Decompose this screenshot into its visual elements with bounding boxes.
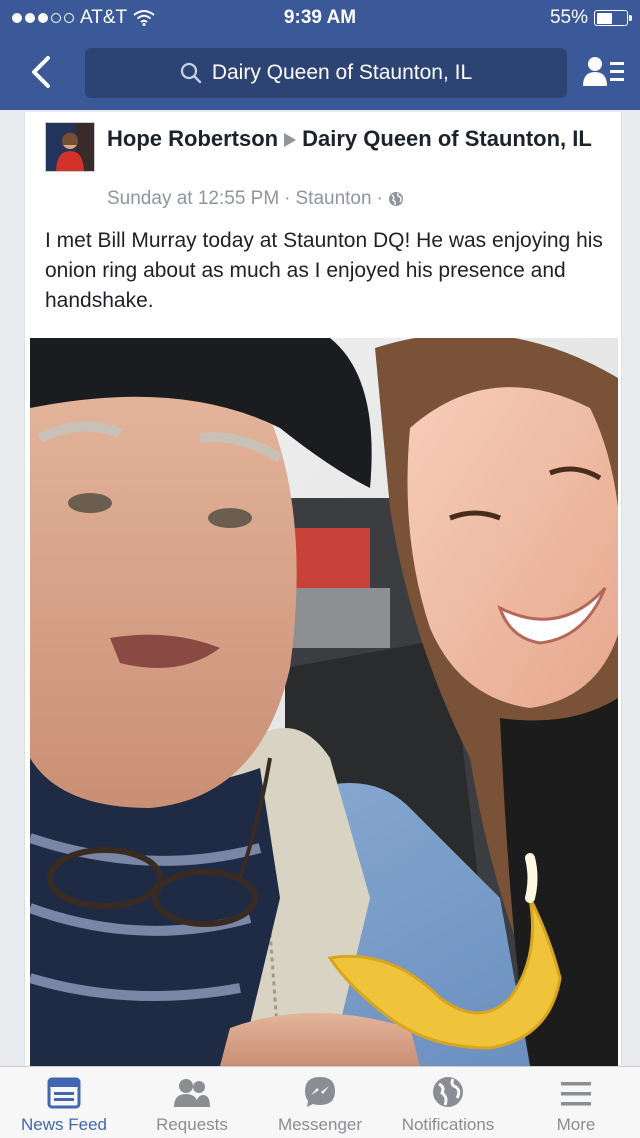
clock: 9:39 AM	[283, 7, 357, 28]
post-text: I met Bill Murray today at Staunton DQ! …	[45, 229, 603, 312]
meta-separator: ·	[284, 188, 291, 209]
menu-icon	[561, 1082, 591, 1106]
shared-to-arrow-icon	[284, 133, 297, 148]
tab-notifications[interactable]: Notifications	[384, 1067, 512, 1138]
tab-label: Notifications	[401, 1115, 495, 1134]
status-bar: AT&T 9:39 AM 55%	[0, 0, 640, 36]
tab-label: Requests	[156, 1115, 228, 1134]
tab-news-feed[interactable]: News Feed	[0, 1067, 128, 1138]
search-input[interactable]: Dairy Queen of Staunton, IL	[85, 48, 567, 98]
post-card: Hope Robertson Dairy Queen of Staunton, I…	[24, 112, 622, 1066]
author-avatar[interactable]	[45, 122, 95, 172]
tab-label: News Feed	[21, 1115, 107, 1134]
friend-requests-icon[interactable]	[582, 54, 626, 90]
tab-label: More	[556, 1115, 596, 1134]
globe-icon	[388, 192, 403, 206]
bottom-tab-bar: News Feed Requests Messenger Notificatio…	[0, 1066, 640, 1138]
post-photo[interactable]	[30, 338, 618, 1066]
battery-percent: 55%	[549, 7, 588, 28]
meta-separator: ·	[376, 188, 383, 209]
tab-more[interactable]: More	[512, 1067, 640, 1138]
post-timestamp[interactable]: Sunday at 12:55 PM	[107, 188, 279, 210]
requests-icon	[174, 1079, 210, 1107]
post-meta: Sunday at 12:55 PM · Staunton ·	[107, 188, 404, 210]
post-location[interactable]: Staunton	[296, 188, 372, 210]
search-text: Dairy Queen of Staunton, IL	[211, 61, 473, 84]
globe-icon	[433, 1077, 463, 1107]
tab-requests[interactable]: Requests	[128, 1067, 256, 1138]
search-icon	[180, 62, 202, 84]
back-arrow-icon[interactable]	[24, 52, 58, 92]
news-feed-icon	[47, 1077, 81, 1109]
post-header: Hope Robertson Dairy Queen of Staunton, I…	[107, 124, 607, 154]
author-name[interactable]: Hope Robertson	[107, 126, 278, 151]
messenger-icon	[305, 1077, 335, 1107]
target-page-name[interactable]: Dairy Queen of Staunton, IL	[302, 126, 592, 151]
top-nav-bar: AT&T 9:39 AM 55% Dairy Queen of Staunton…	[0, 0, 640, 110]
tab-messenger[interactable]: Messenger	[256, 1067, 384, 1138]
tab-label: Messenger	[277, 1115, 363, 1134]
battery-icon	[594, 10, 632, 26]
